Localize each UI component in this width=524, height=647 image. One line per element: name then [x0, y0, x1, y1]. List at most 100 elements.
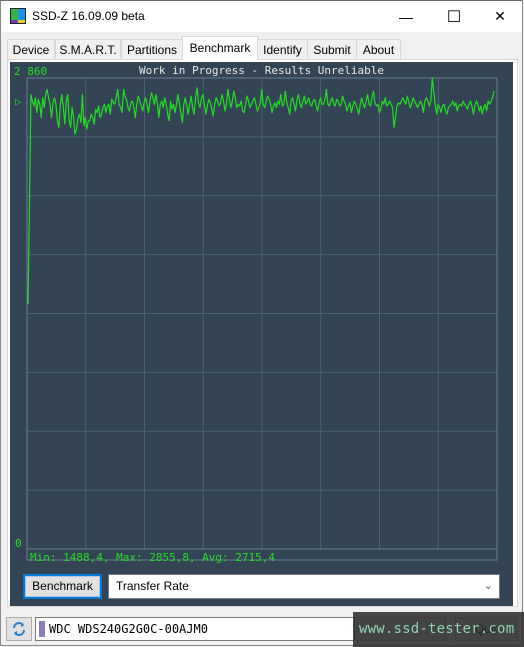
benchmark-button[interactable]: Benchmark [23, 574, 102, 599]
data-point [448, 107, 449, 108]
title-bar: SSD-Z 16.09.09 beta — ☐ ✕ [1, 1, 522, 32]
data-point [364, 107, 365, 108]
data-point [68, 120, 70, 122]
data-point [77, 117, 79, 118]
data-point [279, 104, 280, 105]
data-point [470, 100, 471, 102]
data-point [451, 104, 452, 105]
data-point [399, 104, 401, 105]
data-point [493, 90, 495, 92]
benchmark-mode-value: Transfer Rate [116, 579, 189, 593]
data-point [324, 99, 326, 100]
tab-about[interactable]: About [356, 39, 401, 59]
data-point [85, 117, 86, 118]
data-point [405, 104, 407, 105]
close-button[interactable]: ✕ [477, 1, 523, 32]
tab-smart[interactable]: S.M.A.R.T. [55, 39, 121, 59]
tab-submit[interactable]: Submit [307, 39, 357, 59]
data-point [104, 104, 105, 105]
data-point [492, 97, 493, 99]
data-point [76, 128, 77, 130]
data-point [124, 95, 126, 97]
data-point [105, 112, 107, 113]
tab-partitions[interactable]: Partitions [121, 39, 183, 59]
maximize-button[interactable]: ☐ [431, 1, 477, 32]
chart-grid [27, 78, 497, 550]
data-point [43, 107, 45, 108]
data-point [476, 100, 477, 102]
tab-identify[interactable]: Identify [257, 39, 308, 59]
tab-benchmark[interactable]: Benchmark [182, 36, 258, 60]
data-point [458, 105, 460, 107]
data-point [285, 90, 286, 92]
data-point [129, 110, 130, 112]
data-point [304, 95, 305, 97]
data-point [233, 90, 235, 92]
data-point [145, 97, 146, 99]
minimize-icon: — [399, 8, 413, 25]
data-point [267, 95, 268, 97]
data-point [280, 94, 282, 95]
data-point [489, 104, 490, 105]
data-point [202, 94, 204, 95]
refresh-button[interactable] [6, 617, 32, 641]
minimize-button[interactable]: — [383, 1, 429, 32]
data-point [389, 100, 390, 102]
data-point [73, 117, 74, 118]
data-point [243, 112, 245, 113]
data-point [151, 92, 152, 94]
tab-device[interactable]: Device [7, 39, 55, 59]
data-point [251, 104, 252, 105]
data-point [367, 94, 368, 95]
data-point [301, 107, 302, 108]
data-point [258, 107, 260, 108]
transfer-rate-line [27, 77, 495, 304]
data-point [268, 99, 270, 100]
data-point [332, 97, 333, 99]
data-point [92, 117, 93, 118]
data-point [371, 97, 373, 99]
data-point [361, 97, 363, 99]
data-point [71, 107, 73, 108]
data-point [98, 105, 99, 107]
data-point [239, 105, 240, 107]
data-point [95, 109, 96, 110]
data-point [420, 100, 421, 102]
data-point [160, 104, 161, 105]
data-point [333, 104, 335, 105]
data-point [443, 104, 445, 105]
data-point [242, 110, 243, 112]
data-point [348, 105, 349, 107]
data-point [118, 104, 120, 105]
data-point [198, 102, 199, 103]
data-point [57, 120, 58, 122]
data-point [343, 100, 345, 102]
data-point [415, 104, 417, 105]
data-point [414, 100, 415, 102]
data-point [312, 100, 314, 102]
data-point [101, 113, 102, 115]
data-point [183, 104, 185, 105]
data-point [132, 100, 133, 102]
data-point [336, 99, 338, 100]
drive-select[interactable]: WDC WDS240G2G0C-00AJM0 [35, 617, 355, 641]
data-point [45, 94, 46, 95]
data-point [64, 123, 66, 125]
chevron-down-icon: ⌄ [483, 580, 493, 592]
data-point [143, 102, 145, 103]
data-point [108, 104, 110, 105]
data-point [387, 104, 389, 105]
data-point [411, 104, 413, 105]
data-point [384, 97, 386, 99]
data-point [90, 113, 92, 115]
drive-name: WDC WDS240G2G0C-00AJM0 [49, 622, 208, 636]
data-point [362, 104, 364, 105]
data-point [217, 100, 218, 102]
data-point [437, 104, 439, 105]
data-point [417, 107, 418, 108]
data-point [83, 125, 85, 127]
data-point [86, 128, 88, 130]
benchmark-mode-select[interactable]: Transfer Rate ⌄ [108, 574, 500, 599]
data-point [154, 104, 155, 105]
data-point [167, 113, 168, 115]
